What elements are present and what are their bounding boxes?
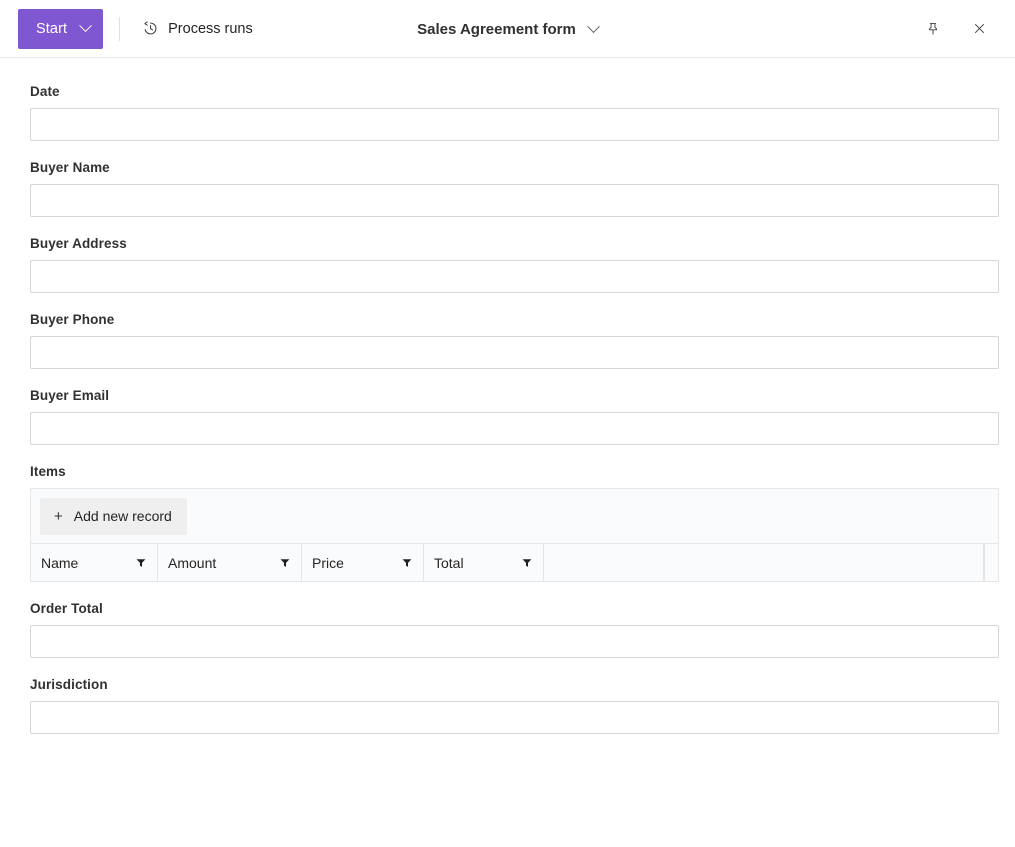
window-controls <box>913 9 1015 49</box>
field-buyer-address: Buyer Address <box>30 236 999 293</box>
field-items: Items + Add new record Name Amount Price… <box>30 464 999 582</box>
buyer-address-input[interactable] <box>30 260 999 293</box>
field-buyer-phone: Buyer Phone <box>30 312 999 369</box>
field-label-buyer-address: Buyer Address <box>30 236 127 251</box>
filter-icon[interactable] <box>280 555 290 571</box>
field-label-items: Items <box>30 464 66 479</box>
order-total-input[interactable] <box>30 625 999 658</box>
add-new-record-button[interactable]: + Add new record <box>40 497 187 535</box>
column-header-empty <box>544 544 984 581</box>
start-button[interactable]: Start <box>18 8 104 49</box>
column-header-end-spacer <box>984 544 998 581</box>
buyer-email-input[interactable] <box>30 412 999 445</box>
items-grid-toolbar: + Add new record <box>31 489 998 543</box>
column-header-total-label: Total <box>434 554 464 571</box>
add-new-record-label: Add new record <box>73 508 172 524</box>
pin-button[interactable] <box>913 9 953 49</box>
top-command-bar: Start Process runs Sales Agreement form <box>0 0 1015 58</box>
form-body: Date Buyer Name Buyer Address Buyer Phon… <box>0 58 1015 734</box>
column-header-price-label: Price <box>312 554 344 571</box>
column-header-amount[interactable]: Amount <box>158 544 302 581</box>
history-icon <box>142 20 159 37</box>
process-runs-label: Process runs <box>168 20 253 37</box>
column-header-total[interactable]: Total <box>424 544 544 581</box>
field-label-buyer-email: Buyer Email <box>30 388 110 403</box>
column-header-name-label: Name <box>41 554 79 571</box>
close-button[interactable] <box>959 9 999 49</box>
jurisdiction-input[interactable] <box>30 701 999 734</box>
process-runs-button[interactable]: Process runs <box>134 11 261 47</box>
start-button-dropdown[interactable] <box>67 9 103 49</box>
items-grid-header-row: Name Amount Price Total <box>31 543 998 581</box>
field-label-date: Date <box>30 84 60 99</box>
field-buyer-email: Buyer Email <box>30 388 999 445</box>
filter-icon[interactable] <box>402 555 412 571</box>
buyer-name-input[interactable] <box>30 184 999 217</box>
field-jurisdiction: Jurisdiction <box>30 677 999 734</box>
column-header-name[interactable]: Name <box>31 544 158 581</box>
field-label-jurisdiction: Jurisdiction <box>30 677 108 692</box>
plus-icon: + <box>54 507 63 525</box>
date-input[interactable] <box>30 108 999 141</box>
column-header-amount-label: Amount <box>168 554 217 571</box>
field-date: Date <box>30 84 999 141</box>
toolbar-divider <box>119 16 121 41</box>
chevron-down-icon <box>586 19 600 33</box>
field-order-total: Order Total <box>30 601 999 658</box>
filter-icon[interactable] <box>136 555 146 571</box>
field-label-buyer-phone: Buyer Phone <box>30 312 115 327</box>
filter-icon[interactable] <box>522 555 532 571</box>
pin-icon <box>925 21 941 37</box>
field-label-buyer-name: Buyer Name <box>30 160 110 175</box>
field-label-order-total: Order Total <box>30 601 103 616</box>
items-grid: + Add new record Name Amount Price Total <box>30 488 999 582</box>
form-title-dropdown[interactable]: Sales Agreement form <box>417 19 600 38</box>
start-button-label: Start <box>36 20 68 37</box>
column-header-price[interactable]: Price <box>302 544 424 581</box>
field-buyer-name: Buyer Name <box>30 160 999 217</box>
chevron-down-icon <box>78 19 92 33</box>
buyer-phone-input[interactable] <box>30 336 999 369</box>
page-title: Sales Agreement form <box>417 20 576 38</box>
close-icon <box>972 21 987 36</box>
